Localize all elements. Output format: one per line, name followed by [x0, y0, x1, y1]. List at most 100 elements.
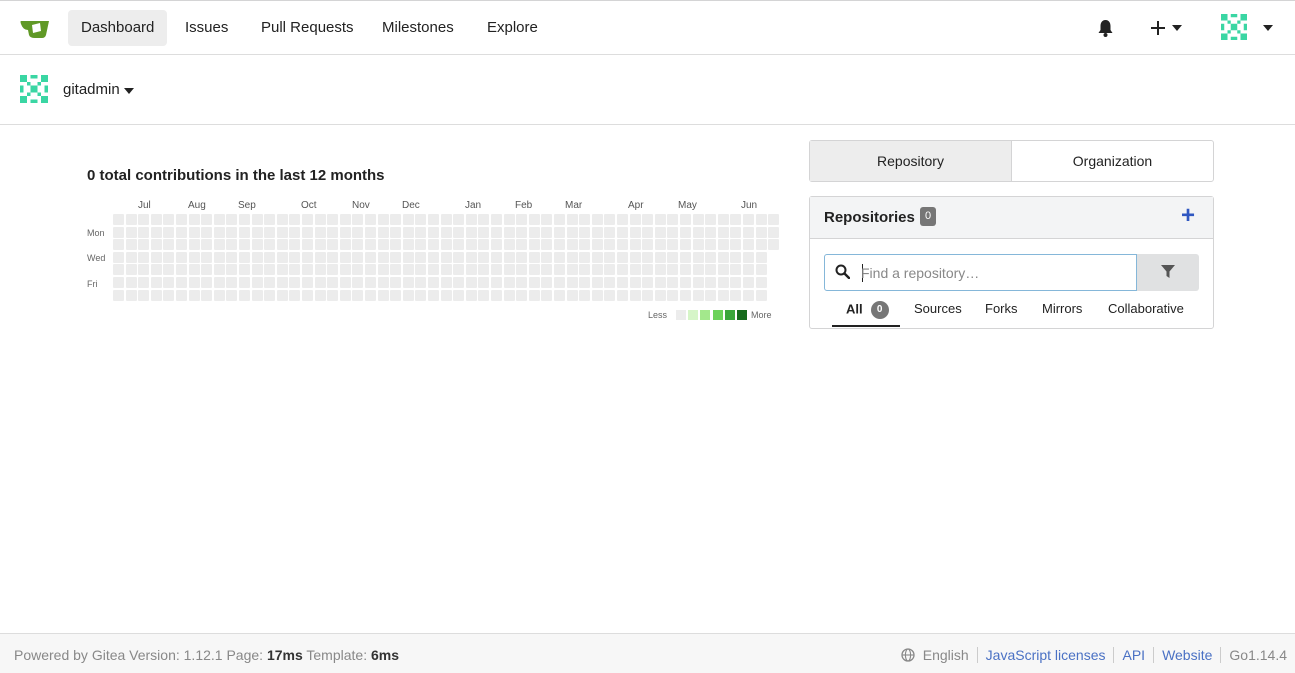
heatmap-cell — [415, 239, 427, 251]
heatmap-cell — [680, 226, 691, 238]
heatmap-cell — [654, 214, 666, 225]
dashboard-switch: Repository Organization — [809, 140, 1214, 182]
heatmap-cell — [730, 264, 742, 276]
filter-button[interactable] — [1137, 254, 1199, 291]
heatmap-cell — [768, 226, 780, 238]
tab-repository[interactable]: Repository — [810, 141, 1012, 181]
heatmap-cell — [743, 289, 754, 301]
heatmap-cell — [138, 251, 150, 263]
heatmap-cell — [755, 226, 767, 238]
heatmap-cell — [402, 289, 414, 301]
repo-tab-all[interactable]: All 0 — [846, 301, 889, 319]
heatmap-cell — [276, 239, 288, 251]
language-selector[interactable]: English — [923, 647, 969, 663]
website-link[interactable]: Website — [1162, 647, 1212, 663]
heatmap-cell — [642, 214, 654, 225]
heatmap-cell — [465, 214, 477, 225]
heatmap-cell — [302, 226, 313, 238]
heatmap-month-label: Feb — [515, 200, 533, 211]
heatmap-cell — [579, 264, 591, 276]
heatmap-month-label: Apr — [628, 200, 644, 211]
heatmap-cell — [478, 264, 490, 276]
heatmap-cell — [528, 214, 540, 225]
heatmap-cell — [377, 277, 389, 288]
heatmap-cell — [617, 239, 628, 251]
js-licenses-link[interactable]: JavaScript licenses — [986, 647, 1106, 663]
heatmap-cell — [125, 264, 137, 276]
chevron-down-icon[interactable] — [124, 88, 134, 94]
api-link[interactable]: API — [1122, 647, 1145, 663]
heatmap-cell — [390, 226, 402, 238]
heatmap-cell — [276, 289, 288, 301]
heatmap-cell — [692, 239, 704, 251]
heatmap-cell — [428, 214, 439, 225]
chevron-down-icon — [1263, 25, 1273, 31]
search-input[interactable] — [861, 256, 1131, 289]
heatmap-cell — [402, 277, 414, 288]
heatmap-cell — [528, 289, 540, 301]
heatmap-cell — [239, 239, 250, 251]
heatmap-cell — [213, 214, 225, 225]
heatmap-cell — [642, 239, 654, 251]
heatmap-cell — [289, 226, 301, 238]
nav-dashboard[interactable]: Dashboard — [68, 10, 168, 46]
heatmap-cell — [365, 226, 376, 238]
heatmap-cell — [642, 277, 654, 288]
heatmap-cell — [453, 239, 465, 251]
nav-explore[interactable]: Explore — [474, 10, 551, 46]
bell-icon[interactable] — [1098, 20, 1113, 37]
heatmap-cell — [226, 214, 238, 225]
heatmap-cell — [251, 277, 263, 288]
heatmap-cell — [642, 264, 654, 276]
repo-tab-mirrors[interactable]: Mirrors — [1042, 301, 1082, 316]
heatmap-cell — [201, 214, 213, 225]
heatmap-cell — [478, 226, 490, 238]
heatmap-cell — [327, 214, 339, 225]
heatmap-cell — [377, 239, 389, 251]
heatmap-cell — [402, 239, 414, 251]
heatmap-cell — [453, 214, 465, 225]
context-user-name[interactable]: gitadmin — [63, 81, 120, 98]
tab-organization[interactable]: Organization — [1012, 141, 1213, 181]
heatmap-cell — [478, 251, 490, 263]
repo-tab-collaborative[interactable]: Collaborative — [1108, 301, 1184, 316]
heatmap-cell — [327, 251, 339, 263]
heatmap-cell — [440, 251, 452, 263]
heatmap-cell — [692, 226, 704, 238]
heatmap-cell — [503, 214, 515, 225]
heatmap-cell — [176, 264, 187, 276]
heatmap-cell — [415, 226, 427, 238]
avatar[interactable] — [20, 75, 48, 103]
nav-issues[interactable]: Issues — [172, 10, 241, 46]
heatmap-cell — [314, 277, 326, 288]
heatmap-cell — [579, 239, 591, 251]
heatmap-cell — [579, 289, 591, 301]
user-menu[interactable] — [1221, 14, 1277, 42]
repo-tab-forks[interactable]: Forks — [985, 301, 1018, 316]
heatmap-cell — [516, 289, 528, 301]
heatmap-cell — [730, 214, 742, 225]
heatmap-cell — [163, 214, 175, 225]
heatmap-cell — [705, 277, 717, 288]
heatmap-cell — [365, 214, 376, 225]
heatmap-cell — [113, 251, 124, 263]
heatmap-cell — [516, 226, 528, 238]
footer-page-time: 17ms — [266, 647, 303, 663]
heatmap-cell — [352, 239, 364, 251]
heatmap-cell — [528, 239, 540, 251]
heatmap-cell — [339, 226, 351, 238]
nav-milestones[interactable]: Milestones — [369, 10, 467, 46]
heatmap-cell — [478, 277, 490, 288]
heatmap-cell — [541, 251, 553, 263]
heatmap-cell — [150, 214, 162, 225]
heatmap-cell — [125, 251, 137, 263]
gitea-logo-icon[interactable] — [20, 17, 50, 39]
repo-tab-sources[interactable]: Sources — [914, 301, 962, 316]
heatmap-cell — [176, 289, 187, 301]
create-dropdown[interactable] — [1150, 17, 1186, 39]
heatmap-cell — [251, 251, 263, 263]
heatmap-cell — [717, 277, 729, 288]
heatmap-cell — [289, 264, 301, 276]
add-repo-icon[interactable]: + — [1181, 204, 1195, 228]
nav-pull-requests[interactable]: Pull Requests — [248, 10, 367, 46]
